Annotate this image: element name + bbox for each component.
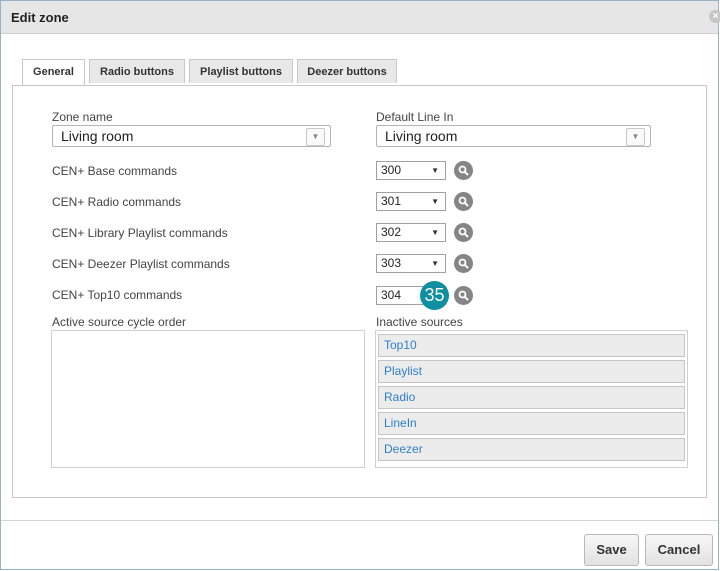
general-tab-panel bbox=[12, 85, 707, 498]
tab-deezer-buttons[interactable]: Deezer buttons bbox=[297, 59, 397, 83]
tab-general[interactable]: General bbox=[22, 59, 85, 86]
save-button[interactable]: Save bbox=[584, 534, 639, 566]
tab-playlist-buttons[interactable]: Playlist buttons bbox=[189, 59, 293, 83]
dialog-title: Edit zone bbox=[11, 10, 69, 25]
close-icon[interactable]: × bbox=[709, 10, 720, 23]
cancel-button[interactable]: Cancel bbox=[645, 534, 713, 566]
dialog-titlebar: Edit zone × bbox=[1, 1, 720, 34]
tab-radio-buttons[interactable]: Radio buttons bbox=[89, 59, 185, 83]
edit-zone-dialog: Edit zone × General Radio buttons Playli… bbox=[0, 0, 720, 570]
footer-divider bbox=[1, 520, 718, 521]
